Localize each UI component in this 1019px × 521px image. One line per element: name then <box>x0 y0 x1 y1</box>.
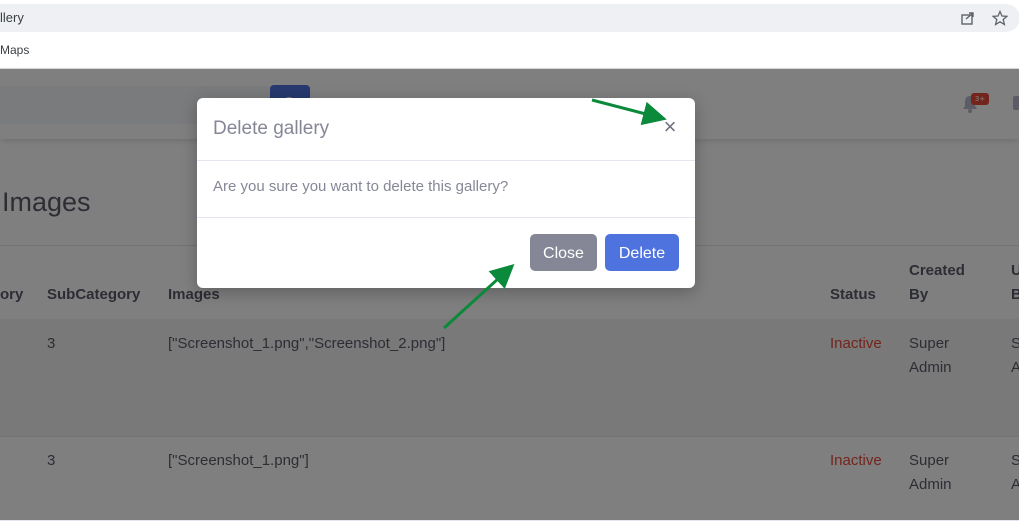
star-icon[interactable] <box>992 10 1008 26</box>
close-icon[interactable]: × <box>659 116 681 138</box>
browser-address-bar: llery <box>0 0 1019 36</box>
bookmarks-bar: Maps <box>0 36 1019 69</box>
close-button[interactable]: Close <box>530 234 597 271</box>
modal-message: Are you sure you want to delete this gal… <box>213 178 509 195</box>
modal-title: Delete gallery <box>213 118 330 139</box>
bookmark-maps[interactable]: Maps <box>0 43 29 57</box>
url-field[interactable] <box>0 4 1019 32</box>
modal-body: Are you sure you want to delete this gal… <box>197 161 695 218</box>
url-text[interactable]: llery <box>0 10 24 25</box>
modal-header: Delete gallery × <box>197 98 695 161</box>
share-icon[interactable] <box>960 10 976 26</box>
delete-gallery-modal: Delete gallery × Are you sure you want t… <box>197 98 695 288</box>
delete-button[interactable]: Delete <box>605 234 679 271</box>
